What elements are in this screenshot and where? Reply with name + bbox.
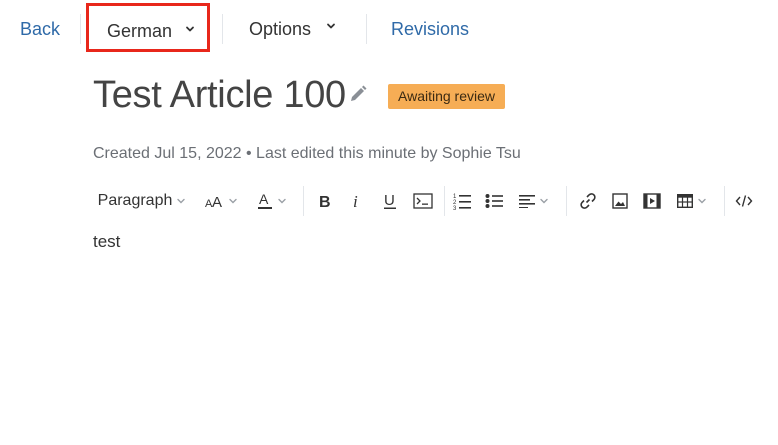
video-icon (643, 193, 661, 209)
options-label: Options (249, 19, 312, 39)
editor-toolbar: Paragraph A A A B i U 1 2 3 (84, 182, 764, 220)
svg-text:B: B (319, 194, 331, 209)
ordered-list-button[interactable]: 1 2 3 (450, 182, 474, 220)
link-button[interactable] (576, 182, 600, 220)
chevron-down-icon (177, 198, 186, 204)
status-badge: Awaiting review (388, 84, 506, 109)
code-block-button[interactable] (410, 182, 436, 220)
ordered-list-icon: 1 2 3 (453, 194, 471, 210)
text-color-dropdown[interactable]: A (252, 182, 292, 220)
top-nav: Back German Options Revisions (0, 0, 778, 60)
revisions-link[interactable]: Revisions (391, 19, 469, 40)
text-color-icon: A (258, 192, 272, 209)
chevron-down-icon (540, 198, 548, 204)
svg-text:i: i (353, 193, 358, 209)
nav-divider (222, 14, 223, 44)
italic-button[interactable]: i (346, 182, 368, 220)
editor-content[interactable]: test (93, 232, 733, 252)
svg-text:U: U (384, 192, 395, 209)
table-dropdown[interactable] (672, 182, 712, 220)
image-button[interactable] (608, 182, 632, 220)
toolbar-divider (303, 186, 304, 216)
toolbar-divider (444, 186, 445, 216)
svg-text:A: A (259, 192, 269, 207)
underline-icon: U (384, 192, 396, 209)
table-icon (677, 194, 693, 208)
link-icon (580, 193, 596, 209)
chevron-down-icon (698, 198, 706, 204)
toolbar-divider (724, 186, 725, 216)
svg-text:A: A (212, 194, 222, 209)
font-size-icon: A A (205, 194, 222, 209)
bullet-list-button[interactable] (482, 182, 506, 220)
chevron-down-icon (327, 23, 335, 29)
toolbar-divider (566, 186, 567, 216)
paragraph-label: Paragraph (97, 192, 173, 209)
source-code-icon (735, 195, 753, 207)
article-meta: Created Jul 15, 2022 • Last edited this … (93, 145, 521, 162)
back-link[interactable]: Back (20, 19, 60, 40)
code-block-icon (413, 193, 433, 209)
bullet-list-icon (485, 194, 503, 208)
language-dropdown[interactable]: German (86, 3, 210, 52)
chevron-down-icon (186, 26, 194, 32)
nav-divider (366, 14, 367, 44)
nav-divider (80, 14, 81, 44)
pencil-icon[interactable] (348, 84, 368, 104)
chevron-down-icon (278, 198, 286, 204)
font-size-dropdown[interactable]: A A (200, 182, 242, 220)
chevron-down-icon (229, 198, 237, 204)
align-icon (519, 195, 535, 208)
video-button[interactable] (640, 182, 664, 220)
svg-text:3: 3 (453, 206, 457, 210)
bold-button[interactable]: B (314, 182, 336, 220)
italic-icon: i (353, 193, 358, 209)
page-title: Test Article 100 (93, 74, 346, 116)
paragraph-format-dropdown[interactable]: Paragraph (90, 182, 194, 220)
image-icon (612, 193, 628, 209)
language-label: German (107, 21, 173, 41)
underline-button[interactable]: U (378, 182, 402, 220)
bold-icon: B (319, 194, 331, 209)
options-dropdown[interactable]: Options (232, 6, 352, 52)
source-code-button[interactable] (732, 182, 756, 220)
alignment-dropdown[interactable] (514, 182, 554, 220)
